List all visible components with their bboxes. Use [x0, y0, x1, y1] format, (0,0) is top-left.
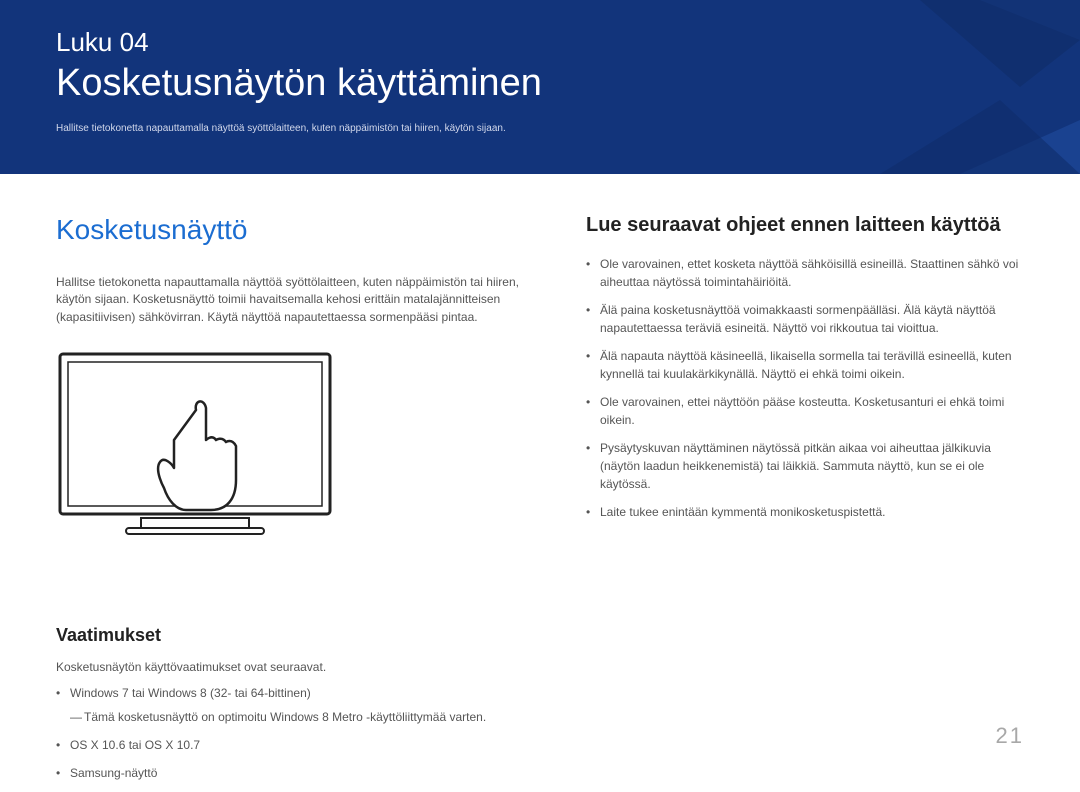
- banner-subtitle: Hallitse tietokonetta napauttamalla näyt…: [56, 123, 1024, 134]
- content-area: Kosketusnäyttö Hallitse tietokonetta nap…: [0, 174, 1080, 792]
- requirements-list-cont: OS X 10.6 tai OS X 10.7 Samsung-näyttö: [56, 736, 526, 782]
- section-title: Kosketusnäyttö: [56, 214, 526, 246]
- precautions-list: Ole varovainen, ettet kosketa näyttöä sä…: [586, 255, 1024, 521]
- list-item: Älä paina kosketusnäyttöä voimakkaasti s…: [586, 301, 1024, 337]
- list-item: Samsung-näyttö: [56, 764, 526, 782]
- requirements-intro: Kosketusnäytön käyttövaatimukset ovat se…: [56, 660, 526, 674]
- requirements-note: Tämä kosketusnäyttö on optimoitu Windows…: [56, 708, 526, 726]
- chapter-title: Kosketusnäytön käyttäminen: [56, 62, 1024, 105]
- list-item: OS X 10.6 tai OS X 10.7: [56, 736, 526, 754]
- chapter-label: Luku 04: [56, 27, 1024, 58]
- touchscreen-illustration: [56, 350, 336, 550]
- requirements-list: Windows 7 tai Windows 8 (32- tai 64-bitt…: [56, 684, 526, 702]
- list-item: Ole varovainen, ettet kosketa näyttöä sä…: [586, 255, 1024, 291]
- right-column: Lue seuraavat ohjeet ennen laitteen käyt…: [586, 214, 1024, 792]
- list-item: Laite tukee enintään kymmentä monikosket…: [586, 503, 1024, 521]
- list-item: Älä napauta näyttöä käsineellä, likaisel…: [586, 347, 1024, 383]
- precautions-heading: Lue seuraavat ohjeet ennen laitteen käyt…: [586, 214, 1024, 237]
- list-item: Windows 7 tai Windows 8 (32- tai 64-bitt…: [56, 684, 526, 702]
- left-column: Kosketusnäyttö Hallitse tietokonetta nap…: [56, 214, 526, 792]
- list-item: Ole varovainen, ettei näyttöön pääse kos…: [586, 393, 1024, 429]
- page-number: 21: [996, 723, 1024, 749]
- list-item: Pysäytyskuvan näyttäminen näytössä pitkä…: [586, 439, 1024, 493]
- requirements-heading: Vaatimukset: [56, 625, 526, 646]
- chapter-banner: Luku 04 Kosketusnäytön käyttäminen Halli…: [0, 0, 1080, 174]
- section-intro: Hallitse tietokonetta napauttamalla näyt…: [56, 274, 526, 326]
